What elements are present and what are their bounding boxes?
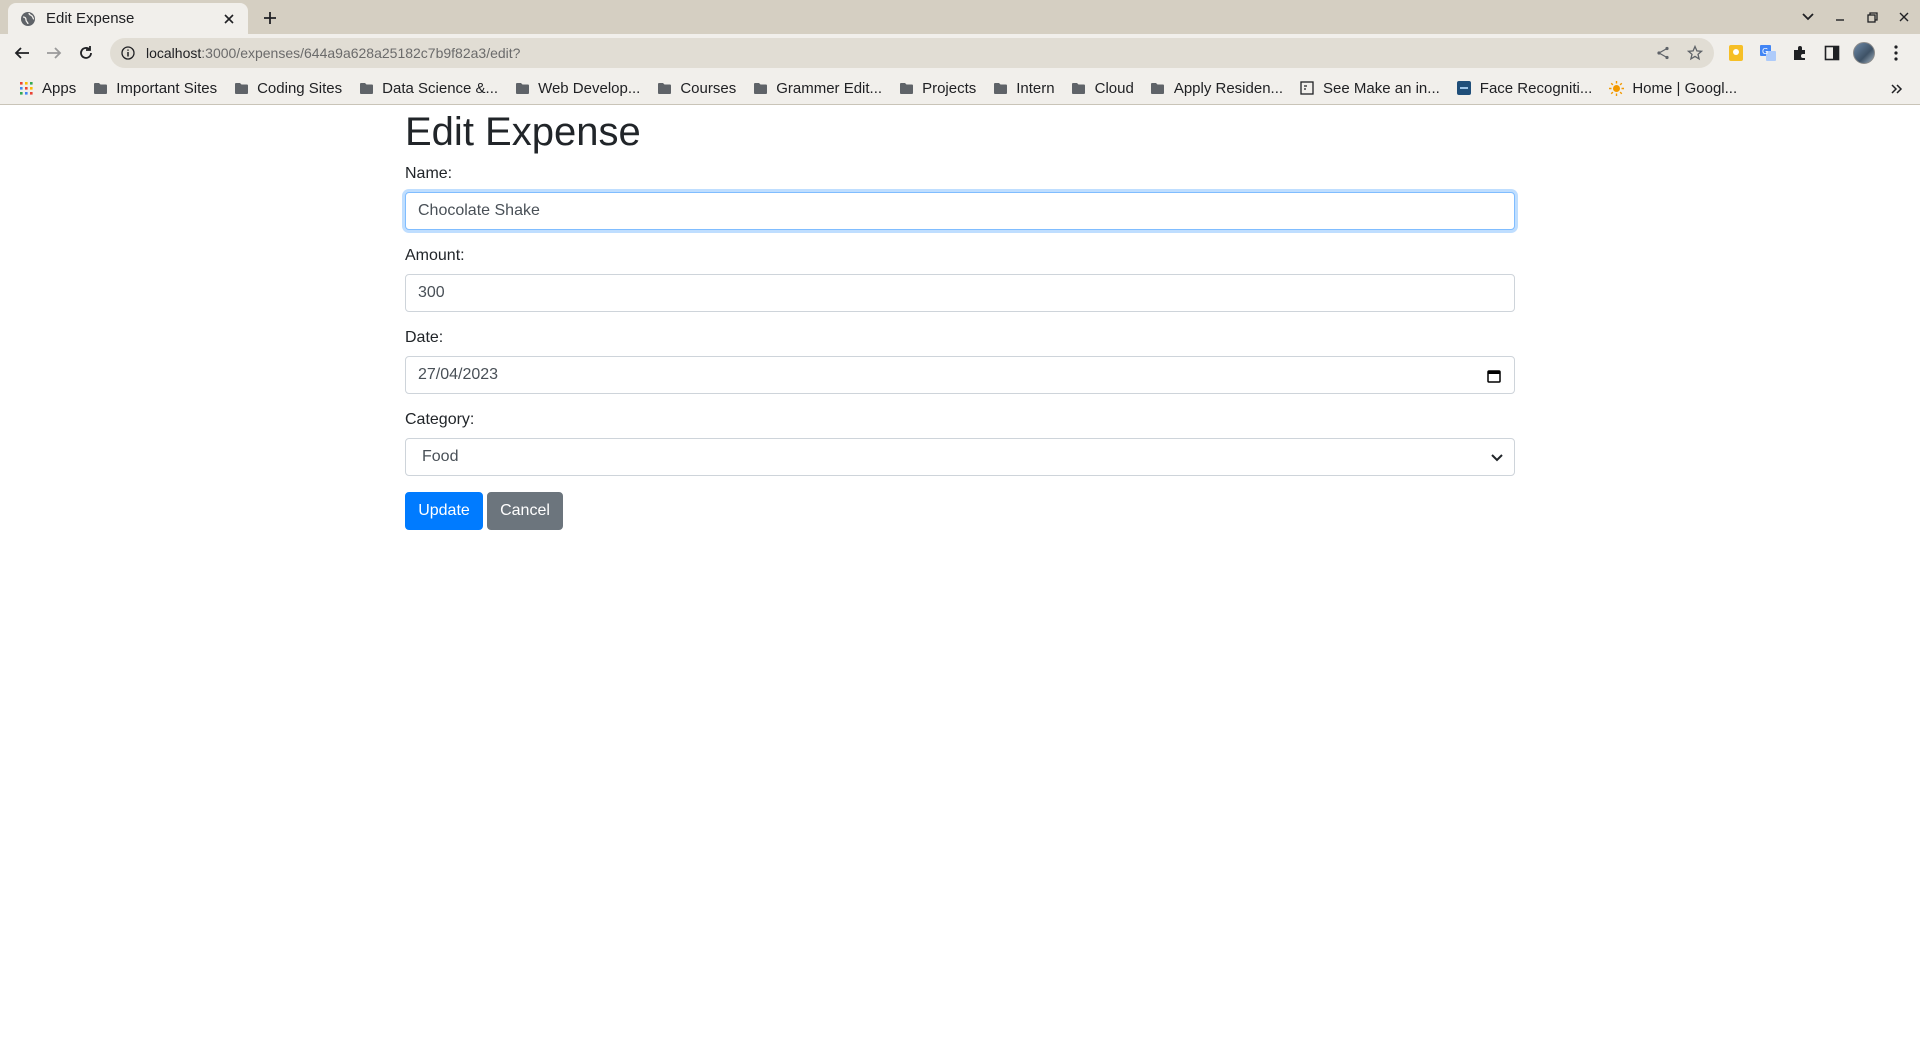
- restore-icon[interactable]: [1856, 0, 1888, 34]
- bookmark-item[interactable]: Home | Googl...: [1602, 75, 1743, 101]
- date-value: 27/04/2023: [418, 366, 499, 383]
- tab-search-icon[interactable]: [1792, 0, 1824, 34]
- folder-icon: [514, 80, 530, 96]
- category-label: Category:: [405, 411, 475, 428]
- bookmark-item[interactable]: Data Science &...: [352, 75, 504, 101]
- cancel-button[interactable]: Cancel: [487, 492, 563, 530]
- bookmark-item[interactable]: Intern: [986, 75, 1060, 101]
- folder-icon: [233, 80, 249, 96]
- bookmark-label: Coding Sites: [257, 79, 343, 97]
- site-info-icon[interactable]: [118, 43, 138, 63]
- new-tab-button[interactable]: [258, 6, 282, 30]
- name-label: Name:: [405, 165, 453, 182]
- folder-icon: [992, 80, 1008, 96]
- side-panel-icon[interactable]: [1820, 39, 1844, 67]
- browser-toolbar: localhost:3000/expenses/644a9a628a25182c…: [0, 34, 1920, 72]
- bookmark-item[interactable]: Important Sites: [86, 75, 223, 101]
- browser-tab[interactable]: Edit Expense: [8, 3, 248, 34]
- bookmark-item[interactable]: Apps: [12, 75, 82, 101]
- bookmark-label: Cloud: [1094, 79, 1134, 97]
- folder-icon: [1150, 80, 1166, 96]
- bookmark-item[interactable]: Projects: [892, 75, 982, 101]
- minimize-icon[interactable]: [1824, 0, 1856, 34]
- address-bar[interactable]: localhost:3000/expenses/644a9a628a25182c…: [110, 38, 1714, 68]
- close-tab-icon[interactable]: [220, 10, 238, 28]
- category-value: Food: [422, 448, 459, 465]
- bookmarks-bar: Apps Important Sites Coding Sites Data Scie…: [0, 72, 1920, 105]
- more-bookmarks-icon[interactable]: [1886, 78, 1908, 100]
- bookmark-label: Projects: [922, 79, 977, 97]
- category-group: Category: Food: [405, 410, 1515, 476]
- bookmark-label: Data Science &...: [382, 79, 499, 97]
- window-controls: [1792, 0, 1920, 34]
- update-button[interactable]: Update: [405, 492, 483, 530]
- page-icon: [1299, 80, 1315, 96]
- url-host: localhost: [146, 45, 202, 61]
- globe-icon: [20, 11, 36, 27]
- bookmark-item[interactable]: See Make an in...: [1293, 75, 1446, 101]
- apps-grid-icon: [18, 80, 34, 96]
- date-input[interactable]: 27/04/2023: [405, 356, 1515, 394]
- chevron-down-icon: [1490, 452, 1504, 464]
- bookmark-label: See Make an in...: [1323, 79, 1440, 97]
- name-group: Name: Chocolate Shake: [405, 164, 1515, 230]
- reload-icon[interactable]: [72, 39, 100, 67]
- bookmark-label: Important Sites: [116, 79, 218, 97]
- name-value: Chocolate Shake: [418, 202, 540, 219]
- keep-extension-icon[interactable]: [1724, 39, 1748, 67]
- folder-icon: [92, 80, 108, 96]
- bookmark-item[interactable]: Apply Residen...: [1144, 75, 1289, 101]
- amount-group: Amount: 300: [405, 246, 1515, 312]
- bookmark-label: Face Recogniti...: [1479, 79, 1593, 97]
- back-icon[interactable]: [8, 39, 36, 67]
- bookmark-label: Apply Residen...: [1173, 79, 1284, 97]
- bookmark-label: Courses: [680, 79, 737, 97]
- page-title: Edit Expense: [405, 110, 641, 154]
- amount-label: Amount:: [405, 247, 465, 264]
- bookmark-item[interactable]: Face Recogniti...: [1450, 75, 1599, 101]
- bookmark-item[interactable]: Grammer Edit...: [746, 75, 888, 101]
- folder-icon: [1071, 80, 1087, 96]
- bookmark-item[interactable]: Web Develop...: [508, 75, 646, 101]
- folder-icon: [358, 80, 374, 96]
- more-menu-icon[interactable]: [1884, 39, 1908, 67]
- folder-icon: [752, 80, 768, 96]
- edit-expense-form: Edit Expense Name: Chocolate Shake Amoun…: [405, 106, 1515, 530]
- bookmark-label: Intern: [1016, 79, 1055, 97]
- omnibox-actions: [1652, 43, 1706, 63]
- bookmark-label: Web Develop...: [538, 79, 641, 97]
- puzzle-extensions-icon[interactable]: [1788, 39, 1812, 67]
- category-select[interactable]: Food: [405, 438, 1515, 476]
- svg-text:G: G: [1762, 47, 1768, 56]
- close-window-icon[interactable]: [1888, 0, 1920, 34]
- translate-extension-icon[interactable]: G: [1756, 39, 1780, 67]
- bookmark-label: Grammer Edit...: [776, 79, 883, 97]
- profile-avatar[interactable]: [1852, 39, 1876, 67]
- url-text: localhost:3000/expenses/644a9a628a25182c…: [146, 45, 520, 61]
- form-actions: Update Cancel: [405, 492, 1515, 530]
- bookmark-item[interactable]: Cloud: [1065, 75, 1140, 101]
- folder-icon: [656, 80, 672, 96]
- bookmark-label: Home | Googl...: [1632, 79, 1738, 97]
- calendar-icon[interactable]: [1486, 368, 1502, 384]
- bookmark-star-icon[interactable]: [1684, 43, 1706, 63]
- date-group: Date: 27/04/2023: [405, 328, 1515, 394]
- forward-icon[interactable]: [40, 39, 68, 67]
- share-icon[interactable]: [1652, 43, 1674, 63]
- page-content: Edit Expense Name: Chocolate Shake Amoun…: [0, 106, 1920, 1053]
- sun-favicon: [1608, 80, 1624, 96]
- date-label: Date:: [405, 329, 444, 346]
- site-favicon: [1456, 80, 1472, 96]
- bookmark-label: Apps: [42, 79, 77, 97]
- amount-input[interactable]: 300: [405, 274, 1515, 312]
- bookmark-item[interactable]: Courses: [650, 75, 742, 101]
- url-path: :3000/expenses/644a9a628a25182c7b9f82a3/…: [201, 45, 521, 61]
- tab-title: Edit Expense: [46, 10, 135, 27]
- extensions-area: G: [1724, 39, 1908, 67]
- tab-strip: Edit Expense: [0, 0, 1920, 34]
- amount-value: 300: [418, 284, 445, 301]
- folder-icon: [898, 80, 914, 96]
- name-input[interactable]: Chocolate Shake: [405, 192, 1515, 230]
- bookmark-item[interactable]: Coding Sites: [227, 75, 348, 101]
